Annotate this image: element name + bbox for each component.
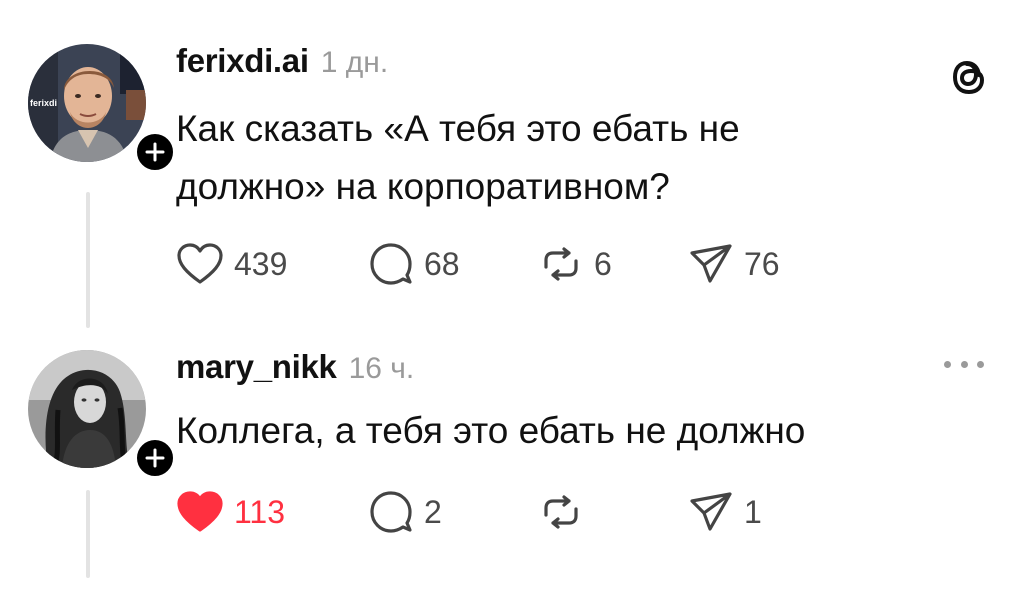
like-count: 439 bbox=[234, 245, 288, 282]
post-text: Коллега, а тебя это ебать не должно bbox=[176, 402, 956, 460]
heart-icon bbox=[177, 243, 223, 284]
like-button[interactable]: 439 bbox=[176, 240, 287, 288]
repost-button[interactable] bbox=[538, 488, 594, 536]
avatar[interactable]: ferixdi bbox=[28, 44, 146, 162]
username[interactable]: mary_nikk bbox=[176, 348, 337, 386]
reply-count: 2 bbox=[424, 493, 442, 530]
share-icon bbox=[690, 492, 732, 531]
post-actions: 113 2 1 bbox=[176, 488, 876, 536]
repost-button[interactable]: 6 bbox=[538, 240, 612, 288]
thread-line bbox=[86, 192, 90, 328]
repost-icon bbox=[544, 495, 578, 529]
more-dot bbox=[944, 360, 951, 368]
share-count: 1 bbox=[744, 493, 762, 530]
post: mary_nikk 16 ч. Коллега, а тебя это ебат… bbox=[0, 340, 1024, 594]
more-dot bbox=[960, 360, 968, 368]
share-count: 76 bbox=[744, 245, 780, 282]
timestamp: 1 дн. bbox=[320, 46, 389, 79]
thread-line bbox=[86, 490, 90, 578]
reply-count: 68 bbox=[424, 245, 460, 282]
like-button[interactable]: 113 bbox=[176, 488, 285, 536]
plus-icon bbox=[145, 142, 165, 162]
share-icon bbox=[690, 244, 732, 283]
comment-icon bbox=[370, 243, 412, 285]
more-options-icon[interactable] bbox=[944, 354, 984, 374]
avatar[interactable] bbox=[28, 350, 146, 468]
reply-button[interactable]: 2 bbox=[368, 488, 442, 536]
like-count: 113 bbox=[234, 493, 286, 530]
post-header: ferixdi.ai 1 дн. bbox=[176, 42, 388, 80]
avatar-brand-text: ferixdi bbox=[30, 98, 57, 108]
reply-button[interactable]: 68 bbox=[368, 240, 460, 288]
heart-icon bbox=[177, 491, 223, 532]
avatar-container[interactable] bbox=[28, 350, 177, 480]
follow-button[interactable] bbox=[133, 436, 177, 480]
plus-icon bbox=[145, 448, 165, 468]
post: ferixdi ferixdi.ai 1 дн. Как сказать «А … bbox=[0, 0, 1024, 340]
more-dot bbox=[977, 360, 984, 368]
repost-icon bbox=[544, 247, 578, 281]
share-button[interactable]: 1 bbox=[688, 488, 762, 536]
post-text-line: Как сказать «А тебя это ебать не bbox=[176, 108, 740, 149]
threads-logo-icon[interactable] bbox=[946, 54, 992, 100]
post-text-line: должно» на корпоративном? bbox=[176, 166, 670, 207]
comment-icon bbox=[370, 491, 412, 533]
post-text-line: Коллега, а тебя это ебать не должно bbox=[176, 410, 806, 451]
follow-button[interactable] bbox=[133, 130, 177, 174]
post-header: mary_nikk 16 ч. bbox=[176, 348, 414, 386]
timestamp: 16 ч. bbox=[348, 352, 415, 385]
share-button[interactable]: 76 bbox=[688, 240, 780, 288]
post-text: Как сказать «А тебя это ебать не должно»… bbox=[176, 100, 956, 216]
avatar-container[interactable]: ferixdi bbox=[28, 44, 177, 174]
username[interactable]: ferixdi.ai bbox=[176, 42, 309, 80]
post-actions: 439 68 6 76 bbox=[176, 240, 876, 288]
repost-count: 6 bbox=[594, 245, 612, 282]
